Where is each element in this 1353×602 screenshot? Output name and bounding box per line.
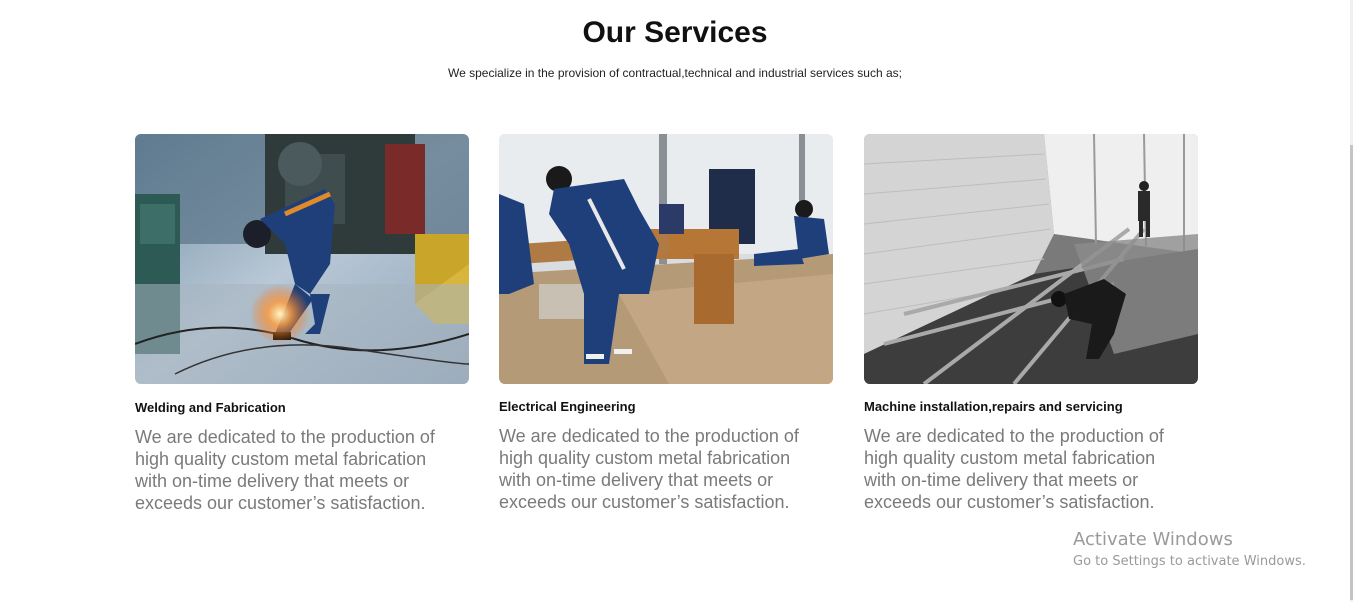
service-card-electrical: Electrical Engineering We are dedicated … <box>499 134 834 513</box>
page-subtitle: We specialize in the provision of contra… <box>447 66 902 80</box>
page-title: Our Services <box>582 16 768 49</box>
activate-windows-watermark: Activate Windows Go to Settings to activ… <box>1073 529 1306 569</box>
service-description: We are dedicated to the production of hi… <box>135 427 435 513</box>
service-title: Electrical Engineering <box>499 399 636 414</box>
service-card-machine: Machine installation,repairs and servici… <box>864 134 1199 513</box>
service-title: Welding and Fabrication <box>135 400 286 415</box>
watermark-title: Activate Windows <box>1073 529 1233 550</box>
service-description: We are dedicated to the production of hi… <box>864 426 1164 512</box>
welding-photo <box>135 134 469 384</box>
electrical-photo <box>499 134 833 384</box>
watermark-subtitle: Go to Settings to activate Windows. <box>1073 554 1306 569</box>
service-title: Machine installation,repairs and servici… <box>864 399 1123 414</box>
machine-installation-photo <box>864 134 1198 384</box>
service-card-welding: Welding and Fabrication We are dedicated… <box>135 134 470 514</box>
service-description: We are dedicated to the production of hi… <box>499 426 799 512</box>
